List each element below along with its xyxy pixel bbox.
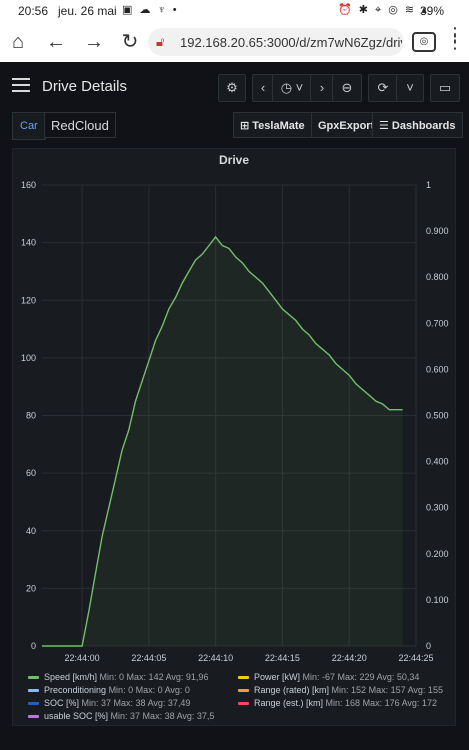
insecure-lock-icon[interactable]: 🔓︎ (156, 34, 164, 50)
legend-item-preconditioning[interactable]: Preconditioning Min: 0 Max: 0 Avg: 0 (28, 685, 190, 695)
tab-switcher-icon[interactable]: ◎ (412, 32, 436, 52)
legend-swatch (238, 676, 249, 680)
time-back-button[interactable]: ‹ (252, 74, 274, 102)
status-bar: 20:56 jeu. 26 mai ▣ ☁ ♆ • ⏰ ✱ ⌖ ◎ ≋ ▴ 39… (0, 0, 469, 22)
battery-level: 39% (420, 4, 445, 18)
time-forward-button[interactable]: › (310, 74, 334, 102)
teslamate-link[interactable]: ⊞ TeslaMate (233, 112, 312, 138)
browser-toolbar: ⌂ ← → ↻ 🔓︎ 192.168.20.65:3000/d/zm7wN6Zg… (0, 22, 469, 62)
drive-panel: Drive (12, 148, 456, 726)
legend-swatch (28, 689, 39, 693)
legend-stats: Min: 37 Max: 38 Avg: 37,5 (110, 711, 215, 721)
legend-stats: Min: 152 Max: 157 Avg: 155 (331, 685, 443, 695)
car-variable-value: RedCloud (51, 118, 109, 133)
notification-icons: ▣ ☁ ♆ • (122, 4, 179, 16)
home-icon[interactable]: ⌂ (6, 30, 30, 54)
car-variable-select[interactable]: RedCloud ˅ (44, 112, 116, 159)
gpxexport-link[interactable]: GpxExport (311, 112, 382, 138)
settings-gear-icon[interactable]: ⚙ (218, 74, 246, 102)
bottom-edge (0, 742, 469, 750)
legend-stats: Min: 0 Max: 0 Avg: 0 (108, 685, 190, 695)
panel-title[interactable]: Drive (13, 153, 455, 167)
legend-item-soc[interactable]: SOC [%] Min: 37 Max: 38 Avg: 37,49 (28, 698, 190, 708)
refresh-icon[interactable]: ⟳ (368, 74, 398, 102)
legend-swatch (28, 702, 39, 706)
legend-stats: Min: -67 Max: 229 Avg: 50,34 (302, 672, 420, 682)
legend-item-power[interactable]: Power [kW] Min: -67 Max: 229 Avg: 50,34 (238, 672, 419, 682)
legend-stats: Min: 37 Max: 38 Avg: 37,49 (81, 698, 191, 708)
system-icons: ⏰ ✱ ⌖ ◎ ≋ ▴ (338, 4, 429, 16)
legend-stats: Min: 168 Max: 176 Avg: 172 (325, 698, 437, 708)
time-picker-clock-icon[interactable]: ◷ ˅ (272, 74, 312, 102)
legend-stats: Min: 0 Max: 142 Avg: 91,96 (99, 672, 209, 682)
status-time: 20:56 (18, 4, 49, 18)
menu-icon[interactable] (12, 78, 30, 92)
legend-swatch (28, 715, 39, 719)
address-bar[interactable]: 🔓︎ 192.168.20.65:3000/d/zm7wN6Zgz/drive- (148, 28, 404, 56)
refresh-interval-chevron-icon[interactable]: ˅ (396, 74, 424, 102)
legend-item-usable-soc[interactable]: usable SOC [%] Min: 37 Max: 38 Avg: 37,5 (28, 711, 214, 721)
legend-swatch (238, 689, 249, 693)
reload-icon[interactable]: ↻ (118, 30, 142, 54)
dashboards-link[interactable]: ☰ Dashboards (372, 112, 463, 138)
dashboard-header: Drive Details ⚙ ‹ ◷ ˅ › ⊖ ⟳ ˅ ▭ (0, 62, 469, 112)
apps-grid-icon: ⊞ (240, 120, 253, 132)
legend-swatch (238, 702, 249, 706)
bars-icon: ☰ (379, 120, 392, 132)
car-variable-label: Car (12, 112, 46, 140)
zoom-out-icon[interactable]: ⊖ (332, 74, 362, 102)
page-title: Drive Details (42, 78, 128, 95)
status-date: jeu. 26 mai (58, 4, 117, 18)
legend-item-range-est[interactable]: Range (est.) [km] Min: 168 Max: 176 Avg:… (238, 698, 437, 708)
legend-item-range-rated[interactable]: Range (rated) [km] Min: 152 Max: 157 Avg… (238, 685, 443, 695)
browser-menu-icon[interactable]: ⋮ ⋮ (446, 25, 464, 51)
back-icon[interactable]: ← (44, 30, 68, 54)
tv-mode-monitor-icon[interactable]: ▭ (430, 74, 460, 102)
forward-icon[interactable]: → (82, 30, 106, 54)
variables-row: Car RedCloud ˅ ⊞ TeslaMate GpxExport ☰ D… (0, 112, 469, 159)
legend-item-speed[interactable]: Speed [km/h] Min: 0 Max: 142 Avg: 91,96 (28, 672, 208, 682)
legend-swatch (28, 676, 39, 680)
url-text[interactable]: 192.168.20.65:3000/d/zm7wN6Zgz/drive- (180, 35, 402, 50)
